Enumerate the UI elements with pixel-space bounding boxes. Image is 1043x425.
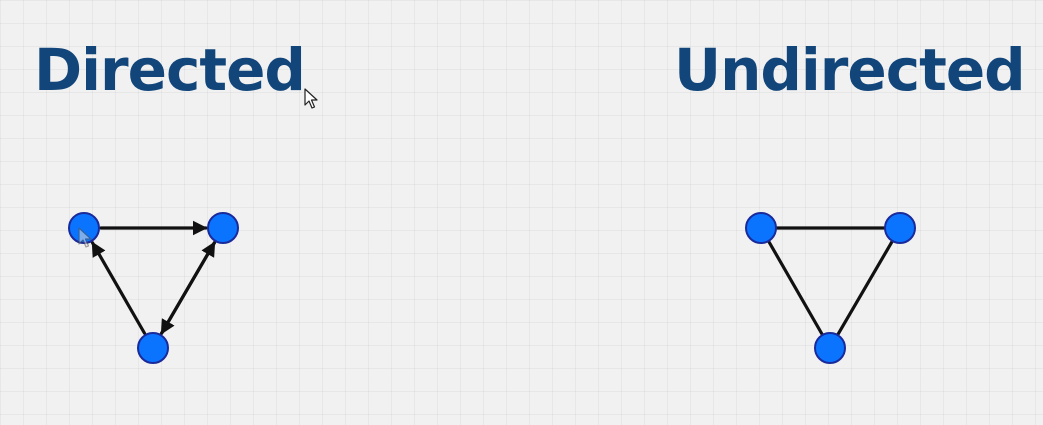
graph-diagrams (68, 212, 916, 364)
undirected-node-c (814, 332, 846, 364)
undirected-edge-a-c (766, 239, 825, 337)
undirected-node-a (745, 212, 777, 244)
directed-node-c (137, 332, 169, 364)
undirected-node-b (884, 212, 916, 244)
mouse-pointer-ghost-icon (78, 227, 92, 248)
directed-node-b (207, 212, 239, 244)
undirected-graph (745, 212, 916, 364)
directed-edge-b-c (159, 241, 217, 335)
mouse-pointer-icon (304, 88, 318, 109)
undirected-edge-b-c (835, 239, 895, 337)
directed-graph (68, 212, 239, 364)
directed-edge-c-a (90, 241, 147, 335)
